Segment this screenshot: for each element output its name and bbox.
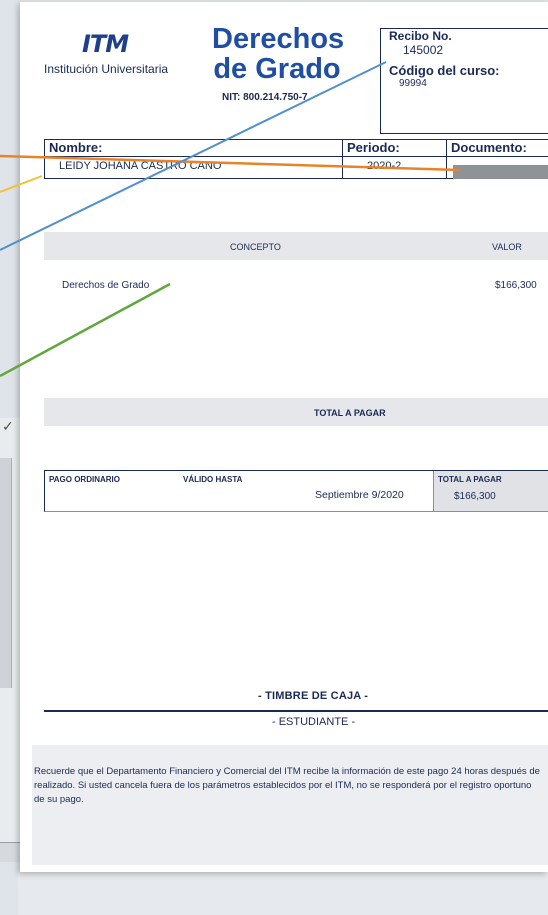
annotation-line-orange	[0, 154, 461, 172]
annotation-line-yellow	[0, 175, 43, 193]
annotation-line-blue	[0, 61, 387, 251]
annotation-line-green	[0, 282, 171, 378]
annotation-lines	[0, 61, 461, 378]
